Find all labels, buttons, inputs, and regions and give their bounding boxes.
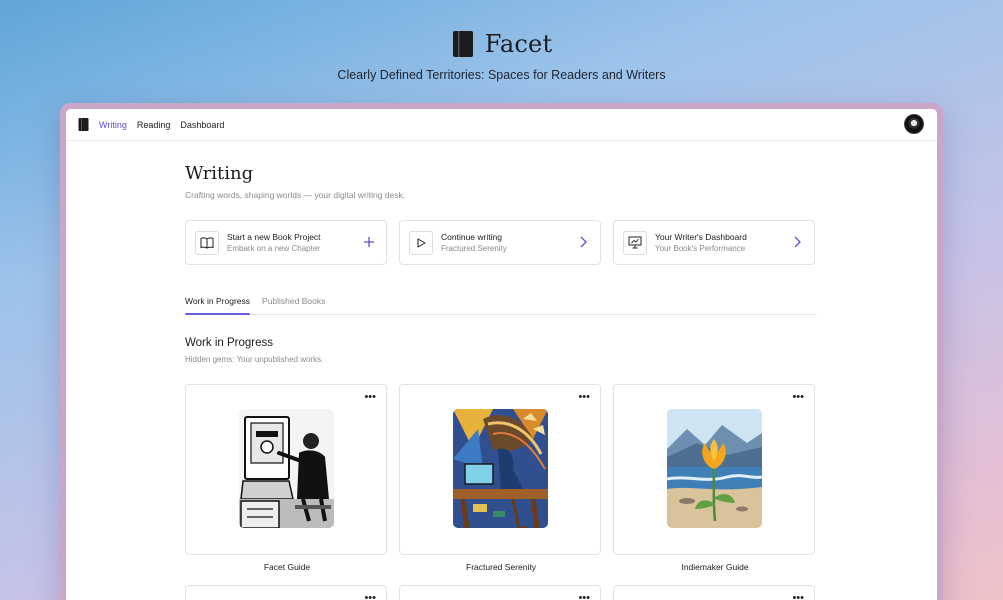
play-icon — [409, 230, 433, 255]
book-card-facet-guide[interactable]: ••• Facet Guide — [185, 384, 387, 572]
book-grid-row-2: ••• ••• ••• — [185, 585, 817, 600]
avatar[interactable] — [904, 114, 924, 134]
book-card-fractured-serenity[interactable]: ••• Fractured Serenity — [399, 384, 601, 572]
main-content: Writing Crafting words, shaping worlds —… — [185, 141, 817, 600]
open-book-icon — [195, 230, 219, 255]
book-grid: ••• Facet Guide ••• Fractured Serenity •… — [185, 384, 817, 572]
book-card[interactable]: ••• — [613, 585, 815, 600]
book-title: Facet Guide — [263, 562, 311, 572]
book-card-indiemaker-guide[interactable]: ••• Indiemaker Guide — [613, 384, 815, 572]
more-options-button[interactable]: ••• — [792, 592, 804, 600]
top-nav: Writing Reading Dashboard — [66, 109, 937, 141]
tagline: Clearly Defined Territories: Spaces for … — [337, 68, 666, 82]
brand-name: Facet — [484, 30, 553, 58]
section-subtitle: Hidden gems: Your unpublished works. — [185, 355, 324, 364]
action-title: Continue writing — [441, 232, 502, 242]
chevron-right-icon — [794, 236, 801, 248]
book-logo-icon — [452, 31, 473, 57]
continue-writing-button[interactable]: Continue writing Fractured Serenity — [399, 220, 601, 265]
presentation-chart-icon — [623, 230, 647, 255]
page-subtitle: Crafting words, shaping worlds — your di… — [185, 190, 406, 200]
more-options-button[interactable]: ••• — [364, 391, 376, 403]
book-tabs: Work in Progress Published Books — [185, 291, 817, 315]
more-options-button[interactable]: ••• — [578, 592, 590, 600]
chevron-right-icon — [580, 236, 587, 248]
more-options-button[interactable]: ••• — [792, 391, 804, 403]
app-frame: Writing Reading Dashboard Writing Crafti… — [60, 103, 943, 600]
action-title: Your Writer's Dashboard — [655, 232, 747, 242]
more-options-button[interactable]: ••• — [364, 592, 376, 600]
new-book-project-button[interactable]: Start a new Book Project Embark on a new… — [185, 220, 387, 265]
book-title: Fractured Serenity — [466, 562, 536, 572]
writers-dashboard-button[interactable]: Your Writer's Dashboard Your Book's Perf… — [613, 220, 815, 265]
nav-item-dashboard[interactable]: Dashboard — [180, 120, 224, 130]
action-subtitle: Your Book's Performance — [655, 244, 746, 253]
more-options-button[interactable]: ••• — [578, 391, 590, 403]
book-cover-image — [239, 409, 334, 528]
action-subtitle: Embark on a new Chapter — [227, 244, 320, 253]
action-subtitle: Fractured Serenity — [441, 244, 507, 253]
tab-work-in-progress[interactable]: Work in Progress — [185, 291, 251, 315]
book-card[interactable]: ••• — [399, 585, 601, 600]
book-title: Indiemaker Guide — [681, 562, 749, 572]
tab-published-books[interactable]: Published Books — [262, 291, 325, 314]
quick-actions: Start a new Book Project Embark on a new… — [185, 220, 817, 265]
app-window: Writing Reading Dashboard Writing Crafti… — [66, 109, 937, 600]
book-cover-image — [667, 409, 762, 528]
nav-item-writing[interactable]: Writing — [99, 120, 127, 130]
brand: Facet — [0, 30, 1003, 58]
plus-icon — [364, 237, 374, 247]
book-card[interactable]: ••• — [185, 585, 387, 600]
page-title: Writing — [185, 163, 254, 184]
book-cover-image — [453, 409, 548, 528]
book-logo-icon[interactable] — [78, 118, 89, 131]
section-title: Work in Progress — [185, 337, 273, 349]
action-title: Start a new Book Project — [227, 232, 321, 242]
nav-item-reading[interactable]: Reading — [137, 120, 171, 130]
